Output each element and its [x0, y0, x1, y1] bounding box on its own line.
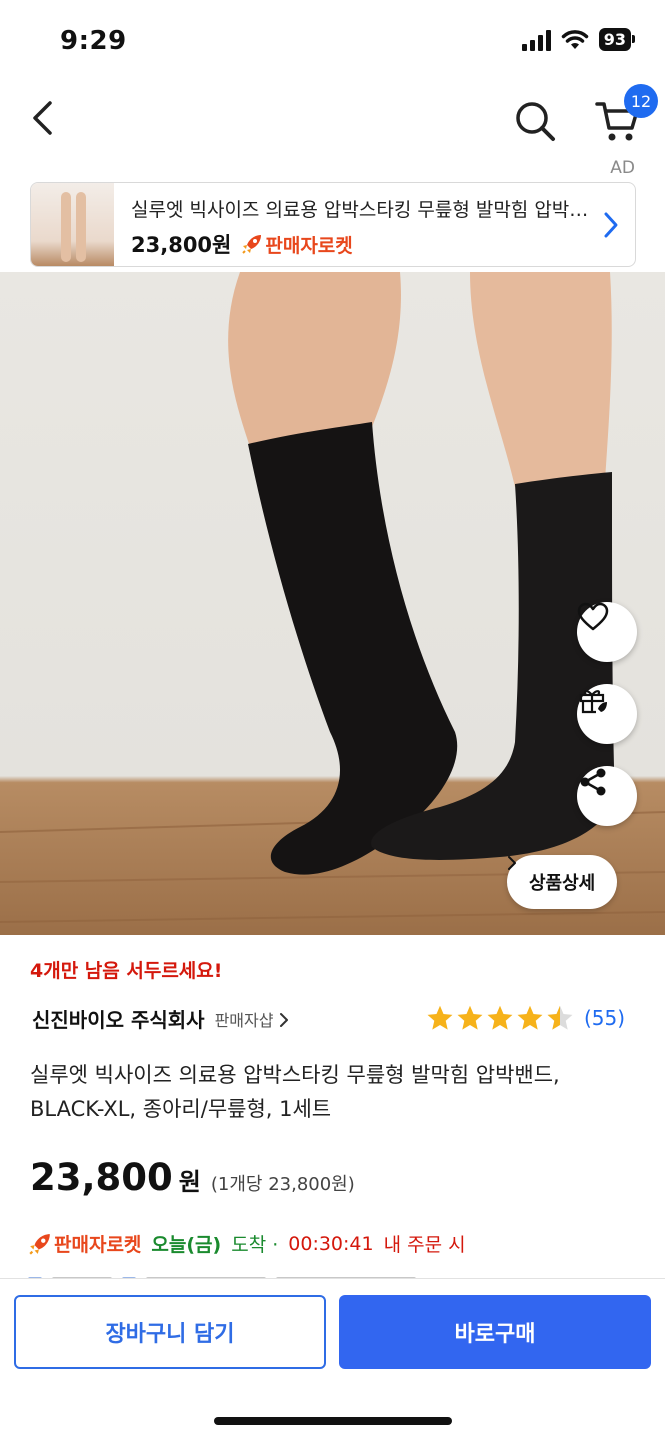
price-currency: 원	[178, 1168, 201, 1196]
product-title: 실루엣 빅사이즈 의료용 압박스타킹 무릎형 발막힘 압박밴드, BLACK-X…	[30, 1063, 560, 1121]
delivery-rocket-label: 판매자로켓	[54, 1234, 142, 1256]
star-full-icon	[487, 1005, 513, 1030]
cellular-signal-icon	[521, 29, 551, 51]
chevron-right-icon	[604, 212, 618, 238]
wishlist-button[interactable]	[577, 602, 637, 662]
delivery-order-note: 내 주문 시	[383, 1234, 466, 1256]
wifi-icon	[561, 29, 588, 49]
home-indicator[interactable]	[214, 1417, 452, 1425]
ad-banner[interactable]: 실루엣 빅사이즈 의료용 압박스타킹 무릎형 발막힘 압박밴드 23,800원 …	[30, 182, 636, 267]
delivery-info: 판매자로켓 오늘(금) 도착 · 00:30:41 내 주문 시	[28, 1230, 466, 1257]
product-detail-button[interactable]: 상품상세	[507, 855, 618, 909]
back-button[interactable]	[22, 98, 62, 138]
delivery-arrive-text: 도착 ·	[231, 1234, 279, 1256]
cart-count-badge: 12	[624, 84, 658, 118]
chevron-right-icon	[279, 1012, 288, 1027]
gift-button[interactable]	[577, 684, 637, 744]
ad-rocket-badge: 판매자로켓	[241, 231, 353, 258]
ad-thumbnail	[31, 183, 114, 266]
product-image[interactable]: 상품상세	[0, 272, 665, 935]
rating-stars[interactable]: (55)	[426, 1004, 625, 1032]
status-bar: 9:29 93	[0, 0, 665, 80]
star-full-icon	[457, 1005, 483, 1030]
battery-indicator: 93	[598, 28, 636, 51]
search-icon	[516, 102, 555, 141]
add-to-cart-button[interactable]: 장바구니 담기	[14, 1295, 326, 1369]
star-half-icon	[547, 1005, 573, 1030]
product-photo-illustration	[0, 272, 665, 923]
rocket-icon	[29, 1233, 50, 1255]
chevron-right-icon	[508, 856, 516, 870]
unit-price: (1개당 23,800원)	[210, 1174, 355, 1195]
chevron-left-icon	[33, 101, 52, 135]
ad-rocket-label: 판매자로켓	[265, 234, 353, 257]
seller-shop-label: 판매자샵	[214, 1010, 274, 1030]
sale-price: 23,800	[30, 1156, 173, 1199]
bottom-action-bar: 장바구니 담기 바로구매	[0, 1278, 665, 1440]
seller-row: 신진바이오 주식회사 판매자샵	[32, 1004, 289, 1033]
share-icon	[580, 768, 606, 796]
ad-title: 실루엣 빅사이즈 의료용 압박스타킹 무릎형 발막힘 압박밴드	[131, 199, 591, 221]
heart-icon	[577, 602, 609, 631]
gift-rocket-icon	[579, 690, 607, 714]
seller-name: 신진바이오 주식회사	[32, 1008, 205, 1032]
star-full-icon	[427, 1005, 453, 1030]
search-button[interactable]	[512, 98, 558, 144]
price-row: 23,800 원 (1개당 23,800원)	[30, 1156, 355, 1199]
seller-shop-link[interactable]: 판매자샵	[215, 1007, 289, 1031]
delivery-day: 오늘(금)	[151, 1234, 222, 1256]
ad-price: 23,800원	[131, 233, 232, 257]
delivery-rocket-badge: 판매자로켓	[28, 1230, 141, 1257]
share-button[interactable]	[577, 766, 637, 826]
status-time: 9:29	[60, 26, 127, 56]
ad-price-row: 23,800원 판매자로켓	[131, 229, 353, 259]
top-navigation	[0, 80, 665, 160]
buy-now-button[interactable]: 바로구매	[339, 1295, 651, 1369]
status-icons: 93	[521, 28, 636, 51]
rocket-icon	[242, 235, 262, 254]
star-full-icon	[517, 1005, 543, 1030]
product-detail-label: 상품상세	[529, 873, 596, 894]
review-count[interactable]: (55)	[584, 1006, 625, 1030]
stock-urgency-text: 4개만 남음 서두르세요!	[30, 960, 223, 982]
delivery-countdown: 00:30:41	[288, 1232, 374, 1255]
ad-label: AD	[610, 158, 635, 178]
